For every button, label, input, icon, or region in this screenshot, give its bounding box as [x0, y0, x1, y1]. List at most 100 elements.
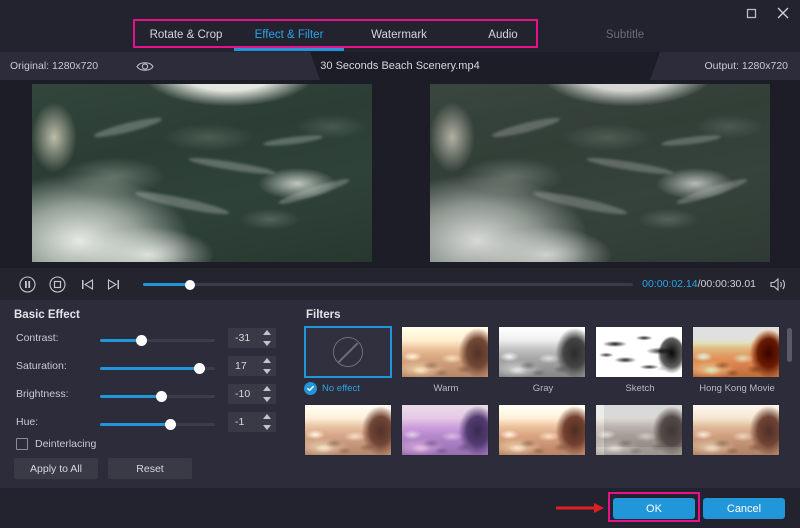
maximize-icon[interactable] [742, 4, 760, 22]
filter-hong-kong-movie[interactable]: Hong Kong Movie [692, 326, 782, 394]
tab-audio[interactable]: Audio [470, 22, 536, 48]
file-name-label: 30 Seconds Beach Scenery.mp4 [0, 52, 800, 80]
brightness-row: Brightness: -10 [0, 385, 296, 407]
filter-selected-check-icon [304, 382, 317, 395]
brightness-stepper-arrows[interactable] [262, 386, 271, 402]
playback-controls-bar: 00:00:02.14 /00:00:30.01 [0, 268, 800, 300]
filter-no-effect[interactable]: No effect [304, 326, 394, 394]
filter-sketch[interactable]: Sketch [595, 326, 685, 394]
hue-label: Hue: [16, 416, 38, 428]
filter-row2-item-2[interactable] [401, 404, 491, 461]
apply-to-all-button[interactable]: Apply to All [14, 458, 98, 479]
seek-handle[interactable] [185, 280, 195, 290]
no-effect-icon [333, 337, 363, 367]
brightness-slider[interactable] [100, 395, 215, 398]
saturation-slider-handle[interactable] [194, 363, 205, 374]
contrast-stepper-arrows[interactable] [262, 330, 271, 346]
hue-slider[interactable] [100, 423, 215, 426]
filter-thumbnail [304, 326, 392, 378]
filter-row2-item-4[interactable] [595, 404, 685, 461]
filter-thumbnail [304, 404, 392, 456]
filter-label: No effect [304, 383, 394, 394]
total-time-label: /00:00:30.01 [698, 278, 756, 290]
output-resolution-label: Output: 1280x720 [705, 52, 788, 80]
original-video-frame [32, 84, 372, 262]
filter-row2-item-3[interactable] [498, 404, 588, 461]
window-controls [742, 4, 792, 22]
deinterlacing-label: Deinterlacing [35, 438, 96, 450]
hue-stepper[interactable]: -1 [228, 412, 276, 432]
filter-thumbnail [498, 326, 586, 378]
deinterlacing-row[interactable]: Deinterlacing [16, 436, 96, 452]
cancel-button[interactable]: Cancel [703, 498, 785, 519]
seek-slider[interactable] [143, 283, 633, 286]
close-icon[interactable] [774, 4, 792, 22]
tab-subtitle[interactable]: Subtitle [580, 22, 670, 48]
hue-row: Hue: -1 [0, 413, 296, 435]
seek-progress [143, 283, 191, 286]
brightness-stepper[interactable]: -10 [228, 384, 276, 404]
filter-label: Hong Kong Movie [692, 383, 782, 394]
brightness-label: Brightness: [16, 388, 69, 400]
preview-header-strip: 30 Seconds Beach Scenery.mp4 Original: 1… [0, 52, 800, 80]
saturation-stepper[interactable]: 17 [228, 356, 276, 376]
original-resolution-label: Original: 1280x720 [10, 52, 98, 80]
tab-rotate-crop[interactable]: Rotate & Crop [140, 22, 232, 48]
previous-frame-button[interactable] [78, 275, 96, 293]
pause-button[interactable] [18, 275, 36, 293]
basic-effect-title: Basic Effect [14, 309, 80, 321]
filter-thumbnail [401, 404, 489, 456]
filters-title: Filters [306, 309, 341, 321]
contrast-slider-handle[interactable] [136, 335, 147, 346]
editor-tabs: Rotate & Crop Effect & Filter Watermark … [0, 22, 800, 52]
brightness-slider-fill [100, 395, 161, 398]
filter-thumbnail [595, 404, 683, 456]
volume-icon[interactable] [768, 275, 788, 293]
reset-button[interactable]: Reset [108, 458, 192, 479]
saturation-value: 17 [235, 356, 247, 376]
video-editor-window: Rotate & Crop Effect & Filter Watermark … [0, 0, 800, 528]
current-time-label: 00:00:02.14 [642, 278, 697, 290]
edited-video-frame [430, 84, 770, 262]
saturation-row: Saturation: 17 [0, 357, 296, 379]
active-tab-underline [234, 48, 344, 51]
filters-scrollbar-thumb[interactable] [787, 328, 792, 362]
brightness-value: -10 [235, 384, 250, 404]
filter-thumbnail [401, 326, 489, 378]
timecode-display: 00:00:02.14 /00:00:30.01 [642, 268, 756, 300]
next-frame-button[interactable] [104, 275, 122, 293]
filters-grid: No effect Warm Gray [304, 326, 784, 476]
tab-watermark[interactable]: Watermark [352, 22, 446, 48]
saturation-slider[interactable] [100, 367, 215, 370]
output-video-preview[interactable] [430, 84, 770, 262]
hue-slider-fill [100, 423, 170, 426]
contrast-value: -31 [235, 328, 250, 348]
contrast-stepper[interactable]: -31 [228, 328, 276, 348]
contrast-row: Contrast: -31 [0, 329, 296, 351]
brightness-slider-handle[interactable] [156, 391, 167, 402]
filter-label: Sketch [595, 383, 685, 394]
contrast-slider-fill [100, 339, 141, 342]
contrast-label: Contrast: [16, 332, 59, 344]
hue-stepper-arrows[interactable] [262, 414, 271, 430]
filter-gray[interactable]: Gray [498, 326, 588, 394]
mosaic-overlay [596, 405, 682, 455]
hue-slider-handle[interactable] [165, 419, 176, 430]
original-video-preview[interactable] [32, 84, 372, 262]
tab-effect-filter[interactable]: Effect & Filter [234, 22, 344, 48]
saturation-slider-fill [100, 367, 199, 370]
filters-scrollbar[interactable] [787, 328, 792, 476]
filter-row2-item-5[interactable] [692, 404, 782, 461]
saturation-stepper-arrows[interactable] [262, 358, 271, 374]
ok-button[interactable]: OK [613, 498, 695, 519]
filter-row2-item-1[interactable] [304, 404, 394, 461]
filter-thumbnail [692, 326, 780, 378]
filter-warm[interactable]: Warm [401, 326, 491, 394]
contrast-slider[interactable] [100, 339, 215, 342]
deinterlacing-checkbox[interactable] [16, 438, 28, 450]
stop-button[interactable] [48, 275, 66, 293]
red-arrow-annotation [556, 503, 604, 513]
basic-effect-panel: Basic Effect Contrast: -31 Saturation: [0, 300, 296, 488]
eye-icon[interactable] [134, 57, 156, 75]
filter-label: Warm [401, 383, 491, 394]
